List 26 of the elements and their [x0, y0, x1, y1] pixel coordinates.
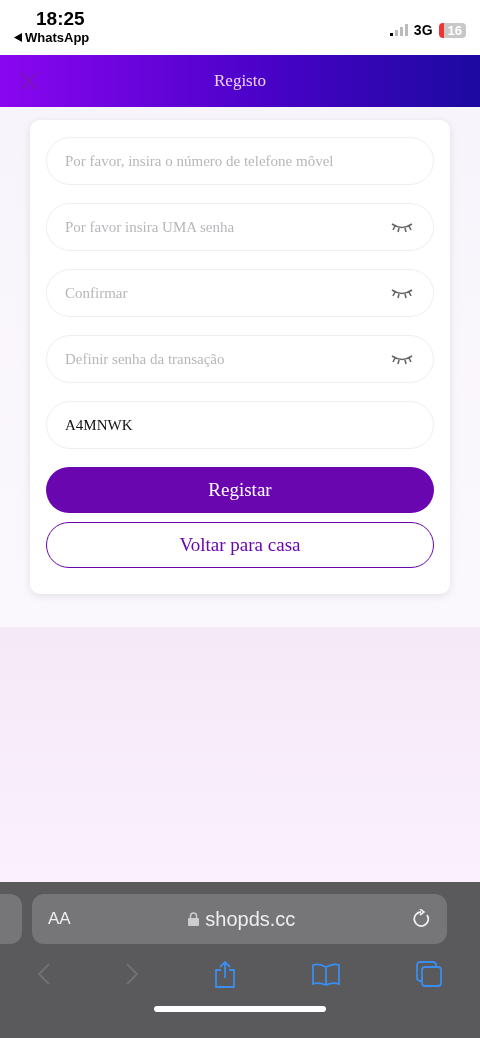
url-text: shopds.cc	[205, 907, 296, 931]
page-title: Registo	[214, 71, 266, 91]
signal-icon	[389, 24, 408, 36]
tabs-icon[interactable]	[415, 960, 443, 988]
book-icon[interactable]	[311, 962, 341, 986]
input-field[interactable]: Por favor insira UMA senha	[46, 203, 434, 251]
closed-eye-icon[interactable]	[390, 353, 414, 365]
back-app-link[interactable]: WhatsApp	[25, 30, 90, 45]
input-field[interactable]: Por favor, insira o número de telefone môvel	[46, 137, 434, 185]
tab-edge[interactable]	[0, 894, 22, 944]
text-size-button[interactable]: AA	[48, 909, 71, 929]
input-field[interactable]: Confirmar	[46, 269, 434, 317]
close-icon[interactable]	[19, 71, 39, 91]
lock-icon	[188, 912, 200, 926]
share-icon[interactable]	[213, 960, 237, 988]
reload-icon[interactable]	[413, 909, 431, 929]
closed-eye-icon[interactable]	[390, 287, 414, 299]
address-bar[interactable]: AA shopds.cc	[32, 894, 447, 944]
back-home-button[interactable]: Voltar para casa	[46, 522, 434, 568]
clock-time: 18:25	[36, 8, 85, 30]
input-field[interactable]: A4MNWK	[46, 401, 434, 449]
input-field[interactable]: Definir senha da transação	[46, 335, 434, 383]
back-triangle-icon[interactable]	[14, 33, 22, 42]
register-button[interactable]: Registar	[46, 467, 434, 513]
closed-eye-icon[interactable]	[390, 221, 414, 233]
network-type: 3G	[413, 22, 433, 38]
